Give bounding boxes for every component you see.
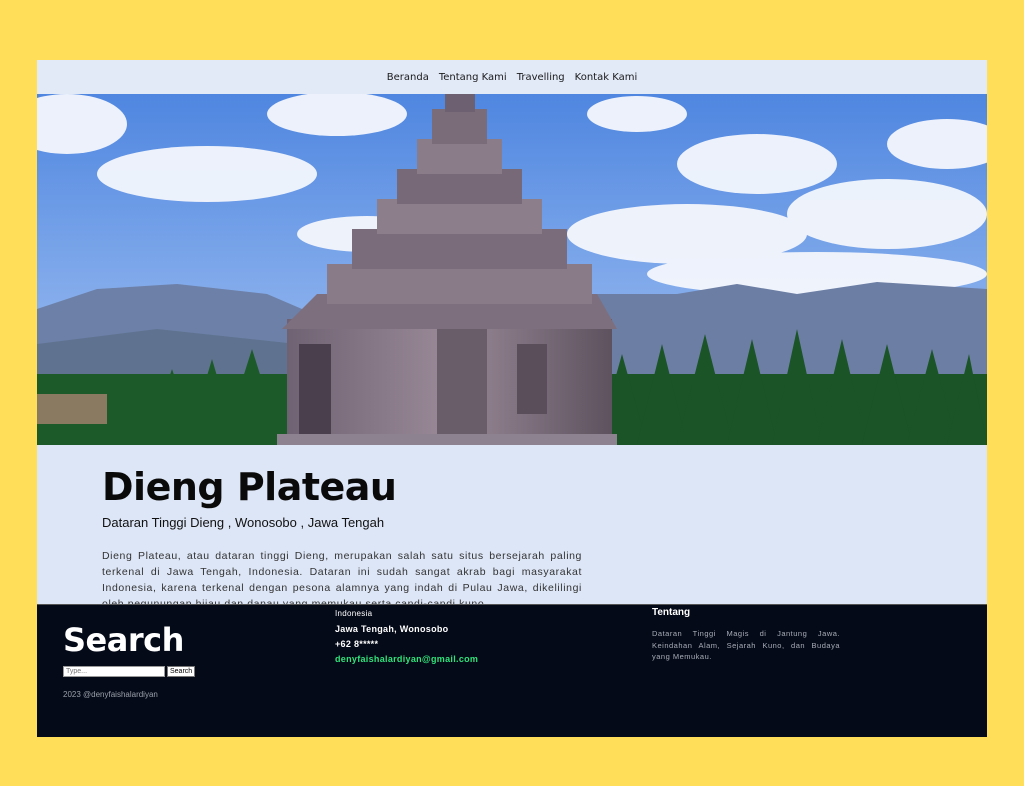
nav-item-tentang-kami[interactable]: Tentang Kami bbox=[439, 72, 507, 83]
nav-item-beranda[interactable]: Beranda bbox=[387, 72, 429, 83]
footer: Search Search 2023 @denyfaishalardiyan I… bbox=[37, 604, 987, 737]
about-section: Tentang Dataran Tinggi Magis di Jantung … bbox=[652, 607, 840, 663]
copyright: 2023 @denyfaishalardiyan bbox=[63, 690, 158, 699]
contact-email[interactable]: denyfaishalardiyan@gmail.com bbox=[335, 654, 478, 664]
search-button[interactable]: Search bbox=[167, 666, 196, 677]
hero-image bbox=[37, 94, 987, 445]
article: Dieng Plateau Dataran Tinggi Dieng , Won… bbox=[102, 465, 582, 612]
search-form: Search bbox=[63, 666, 196, 677]
page-title: Dieng Plateau bbox=[102, 465, 397, 509]
nav-item-kontak-kami[interactable]: Kontak Kami bbox=[575, 72, 638, 83]
contact-region: Jawa Tengah, Wonosobo bbox=[335, 624, 449, 634]
about-title: Tentang bbox=[652, 607, 691, 618]
search-input[interactable] bbox=[63, 666, 165, 677]
article-body: Dieng Plateau, atau dataran tinggi Dieng… bbox=[102, 550, 582, 610]
nav-item-travelling[interactable]: Travelling bbox=[517, 72, 565, 83]
page: Beranda Tentang Kami Travelling Kontak K… bbox=[37, 60, 987, 737]
search-title: Search bbox=[63, 621, 184, 659]
page-subtitle: Dataran Tinggi Dieng , Wonosobo , Jawa T… bbox=[102, 515, 385, 530]
contact-info: Indonesia Jawa Tengah, Wonosobo +62 8***… bbox=[335, 609, 478, 669]
contact-phone: +62 8***** bbox=[335, 639, 379, 649]
contact-country: Indonesia bbox=[335, 609, 373, 618]
about-text: Dataran Tinggi Magis di Jantung Jawa. Ke… bbox=[652, 629, 840, 661]
top-nav: Beranda Tentang Kami Travelling Kontak K… bbox=[37, 60, 987, 94]
